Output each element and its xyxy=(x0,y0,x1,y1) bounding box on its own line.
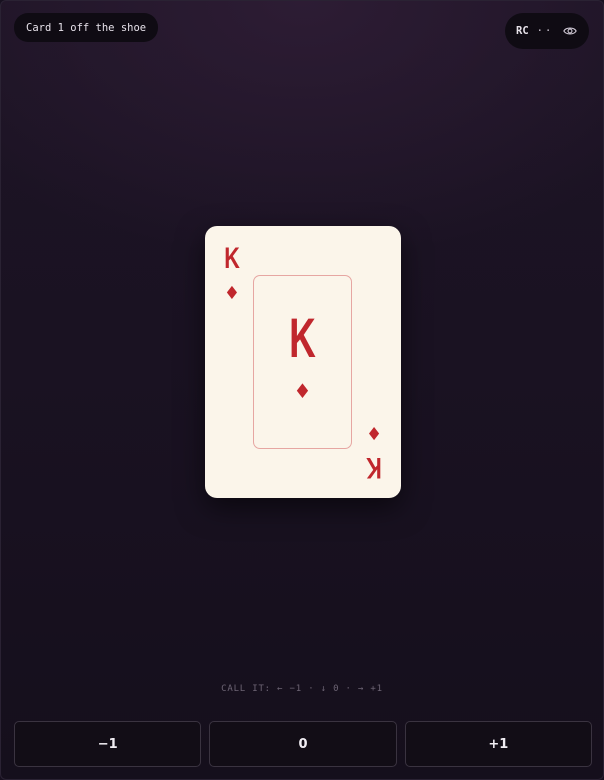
card-corner-bottom-right: K ♦ xyxy=(361,422,387,484)
shoe-status-text: Card 1 off the shoe xyxy=(26,21,147,34)
card-center-rank: K xyxy=(289,306,316,369)
diamond-suit-icon: ♦ xyxy=(223,283,241,304)
card-rank: K xyxy=(224,242,240,275)
running-count-label: RC xyxy=(516,25,529,37)
zero-button[interactable]: 0 xyxy=(209,721,397,767)
shoe-status-pill: Card 1 off the shoe xyxy=(14,13,159,42)
running-count-toggle[interactable]: RC ·· xyxy=(505,13,589,49)
minus-one-button[interactable]: −1 xyxy=(14,721,202,767)
count-trainer-app: Card 1 off the shoe RC ·· K ♦ K ♦ K ♦ CA… xyxy=(0,0,604,780)
count-answer-buttons: −1 0 +1 xyxy=(14,721,592,767)
diamond-suit-icon: ♦ xyxy=(293,379,312,403)
diamond-suit-icon: ♦ xyxy=(365,422,383,443)
eye-icon[interactable] xyxy=(563,24,577,38)
running-count-masked-value: ·· xyxy=(536,25,554,37)
plus-one-button[interactable]: +1 xyxy=(404,721,592,767)
card-corner-top-left: K ♦ xyxy=(219,244,245,304)
keyboard-hint: CALL IT: ← −1 · ↓ 0 · → +1 xyxy=(221,684,383,694)
card-rank: K xyxy=(366,451,382,484)
card-center-frame: K ♦ xyxy=(253,275,352,449)
playing-card: K ♦ K ♦ K ♦ xyxy=(205,226,401,498)
